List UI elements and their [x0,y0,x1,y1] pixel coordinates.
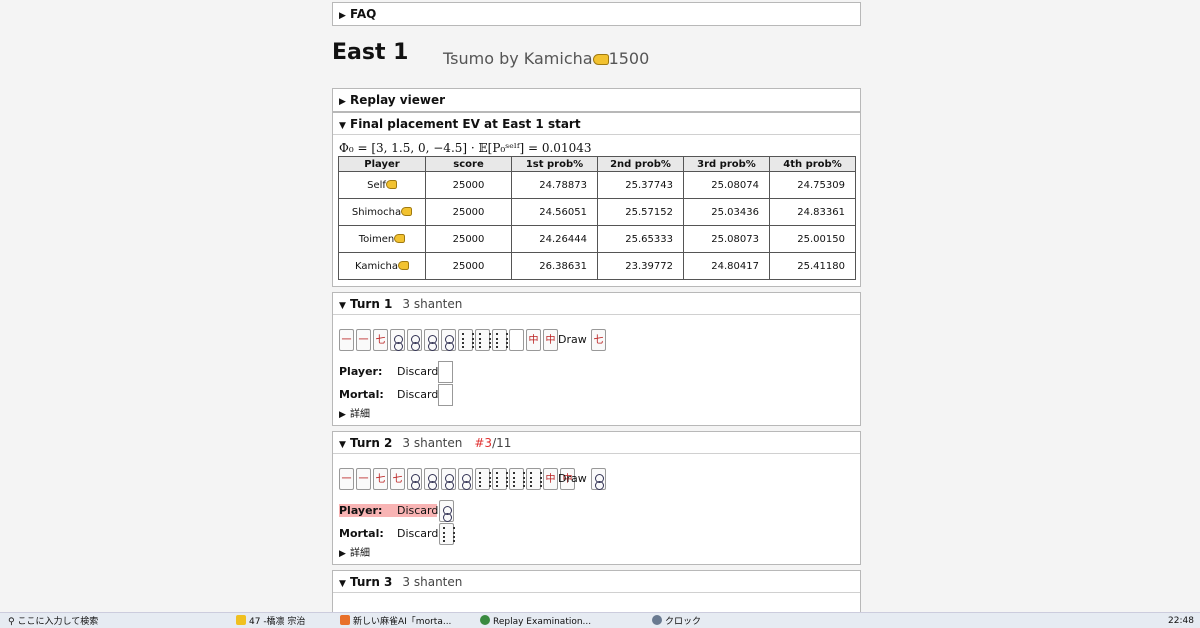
ev-formula: Φ₀ = [3, 1.5, 0, −4.5] · 𝔼[P₀ˢᵉˡᶠ] = 0.0… [339,141,592,155]
turn-2-draw-tile [591,468,608,490]
hand-icon [398,260,409,270]
tile: 七 [390,468,405,490]
windows-taskbar: ⚲ ここに入力して検索 47 -橋凛 宗治 新しい麻雀AI「morta... R… [0,612,1200,628]
table-row: Self 25000 24.78873 25.37743 25.08074 24.75… [338,171,856,199]
turn-1-details-toggle[interactable]: ▶ 詳細 [339,405,370,420]
expanded-triangle-icon: ▼ [339,301,346,311]
placement-ev-summary[interactable]: ▼ Final placement EV at East 1 start [333,113,860,135]
expanded-triangle-icon: ▼ [339,121,346,131]
tile [509,329,524,351]
tile [407,329,422,351]
tile [441,329,456,351]
turn-2-player-row: Player: Discard [339,504,439,517]
rank-badge: #3/11 [474,436,512,450]
col-3rd: 3rd prob% [683,156,770,172]
pointing-hand-icon [592,54,609,65]
tile [526,468,542,490]
replay-viewer-summary[interactable]: ▶ Replay viewer [333,89,860,111]
tile [390,329,405,351]
taskbar-search[interactable]: ⚲ ここに入力して検索 [8,615,98,628]
table-row: Kamicha 25000 26.38631 23.39772 24.80417 25… [338,252,856,280]
faq-section[interactable]: ▶ FAQ [332,2,861,26]
search-icon: ⚲ [8,617,15,627]
col-player: Player [338,156,426,172]
taskbar-item[interactable]: 47 -橋凛 宗治 [236,615,305,628]
placement-ev-section: ▼ Final placement EV at East 1 start Φ₀ =… [332,112,861,287]
hand-icon [394,233,406,243]
turn-2-summary[interactable]: ▼ Turn 23 shanten #3/11 [333,432,860,454]
col-1st: 1st prob% [511,156,598,172]
collapsed-triangle-icon: ▶ [339,97,346,107]
tile: 七 [373,468,388,490]
tile: 中 [543,329,558,351]
collapsed-triangle-icon: ▶ [339,11,346,21]
turn-2-mortal-row: Mortal: Discard [339,527,439,540]
col-4th: 4th prob% [769,156,856,172]
turn-1-section: ▼ Turn 13 shanten 一一七中中 Draw 七 Player: Dis… [332,292,861,426]
folder-icon [236,615,246,625]
turn-3-summary[interactable]: ▼ Turn 33 shanten [333,571,860,593]
turn-1-mortal-row: Mortal: Discard [339,388,439,401]
tile: 一 [356,468,371,490]
tile [407,468,422,490]
col-score: score [425,156,512,172]
turn-2-section: ▼ Turn 23 shanten #3/11 一一七七中中 Draw Player… [332,431,861,565]
hand-icon [401,206,413,216]
taskbar-item-active[interactable]: Replay Examination... [480,615,591,628]
hand-icon [385,179,397,189]
tile [492,468,508,490]
tile [475,468,491,490]
system-clock[interactable]: 22:48 [1168,614,1194,628]
tile [441,468,456,490]
tile [475,329,491,351]
tile [492,329,508,351]
browser-icon [340,615,350,625]
table-row: Toimen 25000 24.26444 25.65333 25.08073 25.… [338,225,856,253]
turn-1-summary[interactable]: ▼ Turn 13 shanten [333,293,860,315]
tsumo-info: Tsumo by Kamicha 1500 [443,49,650,68]
expanded-triangle-icon: ▼ [339,440,346,450]
placement-table: Player score 1st prob% 2nd prob% 3rd pro… [338,156,856,280]
turn-1-mortal-discard-slot [438,384,453,406]
tile: 一 [339,468,354,490]
tile [424,329,439,351]
tile: 一 [339,329,354,351]
taskbar-item[interactable]: 新しい麻雀AI「morta... [340,615,451,628]
tile [458,329,474,351]
page-title: East 1 [332,40,409,65]
expanded-triangle-icon: ▼ [339,579,346,589]
turn-1-player-discard-slot [438,361,453,383]
tile: 中 [543,468,558,490]
taskbar-item[interactable]: クロック [652,615,701,628]
table-row: Shimocha 25000 24.56051 25.57152 25.03436 2… [338,198,856,226]
turn-3-section: ▼ Turn 33 shanten [332,570,861,615]
collapsed-triangle-icon: ▶ [339,549,346,559]
chrome-icon [480,615,490,625]
tile: 中 [526,329,541,351]
tile [458,468,473,490]
clock-icon [652,615,662,625]
col-2nd: 2nd prob% [597,156,684,172]
tile [509,468,525,490]
turn-2-player-discard-tile [439,500,456,522]
collapsed-triangle-icon: ▶ [339,410,346,420]
turn-1-player-row: Player: Discard [339,365,439,378]
turn-1-hand: 一一七 中中 [339,329,560,351]
tile: 一 [356,329,371,351]
tile: 七 [373,329,388,351]
turn-2-details-toggle[interactable]: ▶ 詳細 [339,544,370,559]
tile [424,468,439,490]
faq-summary[interactable]: ▶ FAQ [333,3,860,25]
turn-2-draw-label: Draw [558,472,587,485]
turn-1-draw-tile: 七 [591,329,608,351]
turn-2-hand: 一一七七中中 [339,468,577,490]
turn-2-mortal-discard-tile [439,523,456,545]
turn-1-draw-label: Draw [558,333,587,346]
replay-viewer-section[interactable]: ▶ Replay viewer [332,88,861,112]
